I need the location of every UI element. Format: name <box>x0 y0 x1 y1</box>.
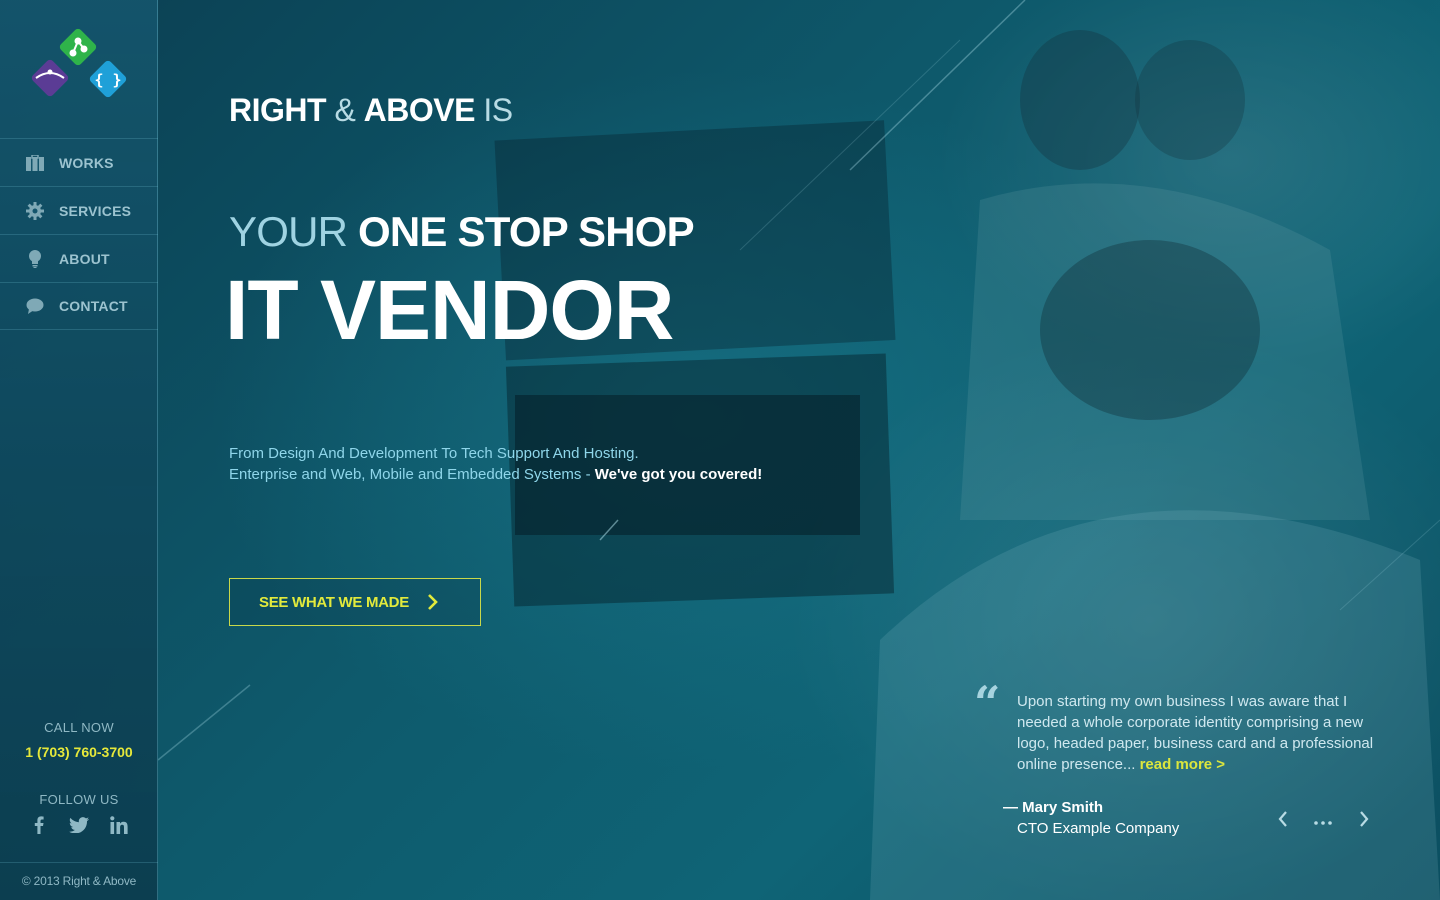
testimonial-quote: Upon starting my own business I was awar… <box>1017 691 1387 775</box>
kicker-amp: & <box>334 92 356 128</box>
see-what-we-made-button[interactable]: SEE WHAT WE MADE <box>229 578 481 626</box>
quote-icon: “ <box>974 676 1001 730</box>
kicker-right: RIGHT <box>229 92 327 128</box>
read-more-link[interactable]: read more > <box>1140 756 1225 773</box>
nav-label: SERVICES <box>59 202 132 219</box>
headline-bold: ONE STOP SHOP <box>358 208 695 255</box>
chat-bubble-icon <box>25 296 45 316</box>
hero-description: From Design And Development To Tech Supp… <box>229 443 762 485</box>
nav-item-works[interactable]: WORKS <box>0 138 158 186</box>
lightbulb-icon <box>25 249 45 269</box>
gear-icon <box>25 201 45 221</box>
chevron-right-icon <box>1359 810 1369 832</box>
testimonial-prev-button[interactable] <box>1274 808 1292 834</box>
sidebar: { } WORKS SERVICES ABOUT CONTACT CALL NO… <box>0 0 158 900</box>
cta-label: SEE WHAT WE MADE <box>259 593 409 611</box>
nav-item-about[interactable]: ABOUT <box>0 234 158 282</box>
hero-headline-line1: YOUR ONE STOP SHOP <box>229 208 695 256</box>
chevron-right-icon <box>427 593 439 611</box>
nav-item-contact[interactable]: CONTACT <box>0 282 158 330</box>
author-title: CTO Example Company <box>1017 820 1180 837</box>
svg-text:{ }: { } <box>94 71 121 89</box>
desc-line1: From Design And Development To Tech Supp… <box>229 445 639 462</box>
nav-label: WORKS <box>59 154 114 171</box>
desc-line2: Enterprise and Web, Mobile and Embedded … <box>229 466 591 483</box>
kicker-is: IS <box>483 92 513 128</box>
logo[interactable]: { } <box>30 28 130 102</box>
nav-item-services[interactable]: SERVICES <box>0 186 158 234</box>
briefcase-icon <box>25 153 45 173</box>
call-section: CALL NOW 1 (703) 760-3700 <box>0 720 158 760</box>
testimonial-list-button[interactable] <box>1311 808 1335 834</box>
main-nav: WORKS SERVICES ABOUT CONTACT <box>0 138 158 330</box>
nav-label: CONTACT <box>59 298 128 314</box>
desc-line2-wrap: Enterprise and Web, Mobile and Embedded … <box>229 464 762 485</box>
follow-section: FOLLOW US <box>0 792 158 835</box>
logo-green-diamond-icon <box>59 28 97 66</box>
phone-number[interactable]: 1 (703) 760-3700 <box>0 744 158 760</box>
testimonial-author: — Mary Smith CTO Example Company <box>1003 797 1179 839</box>
author-name: — Mary Smith <box>1003 799 1104 816</box>
chevron-left-icon <box>1278 810 1288 832</box>
linkedin-icon[interactable] <box>109 815 129 835</box>
ellipsis-icon <box>1314 812 1332 830</box>
headline-light: YOUR <box>229 208 348 255</box>
kicker-above: ABOVE <box>363 92 476 128</box>
facebook-icon[interactable] <box>29 815 49 835</box>
testimonial-next-button[interactable] <box>1355 808 1373 834</box>
follow-label: FOLLOW US <box>39 792 119 807</box>
copyright: © 2013 Right & Above <box>0 862 158 900</box>
twitter-icon[interactable] <box>69 815 89 835</box>
call-label: CALL NOW <box>44 720 114 735</box>
social-links <box>0 815 158 835</box>
hero-kicker: RIGHT & ABOVE IS <box>229 92 513 129</box>
hero-headline-line2: IT VENDOR <box>225 263 674 357</box>
desc-highlight: We've got you covered! <box>594 466 763 483</box>
nav-label: ABOUT <box>59 250 110 267</box>
